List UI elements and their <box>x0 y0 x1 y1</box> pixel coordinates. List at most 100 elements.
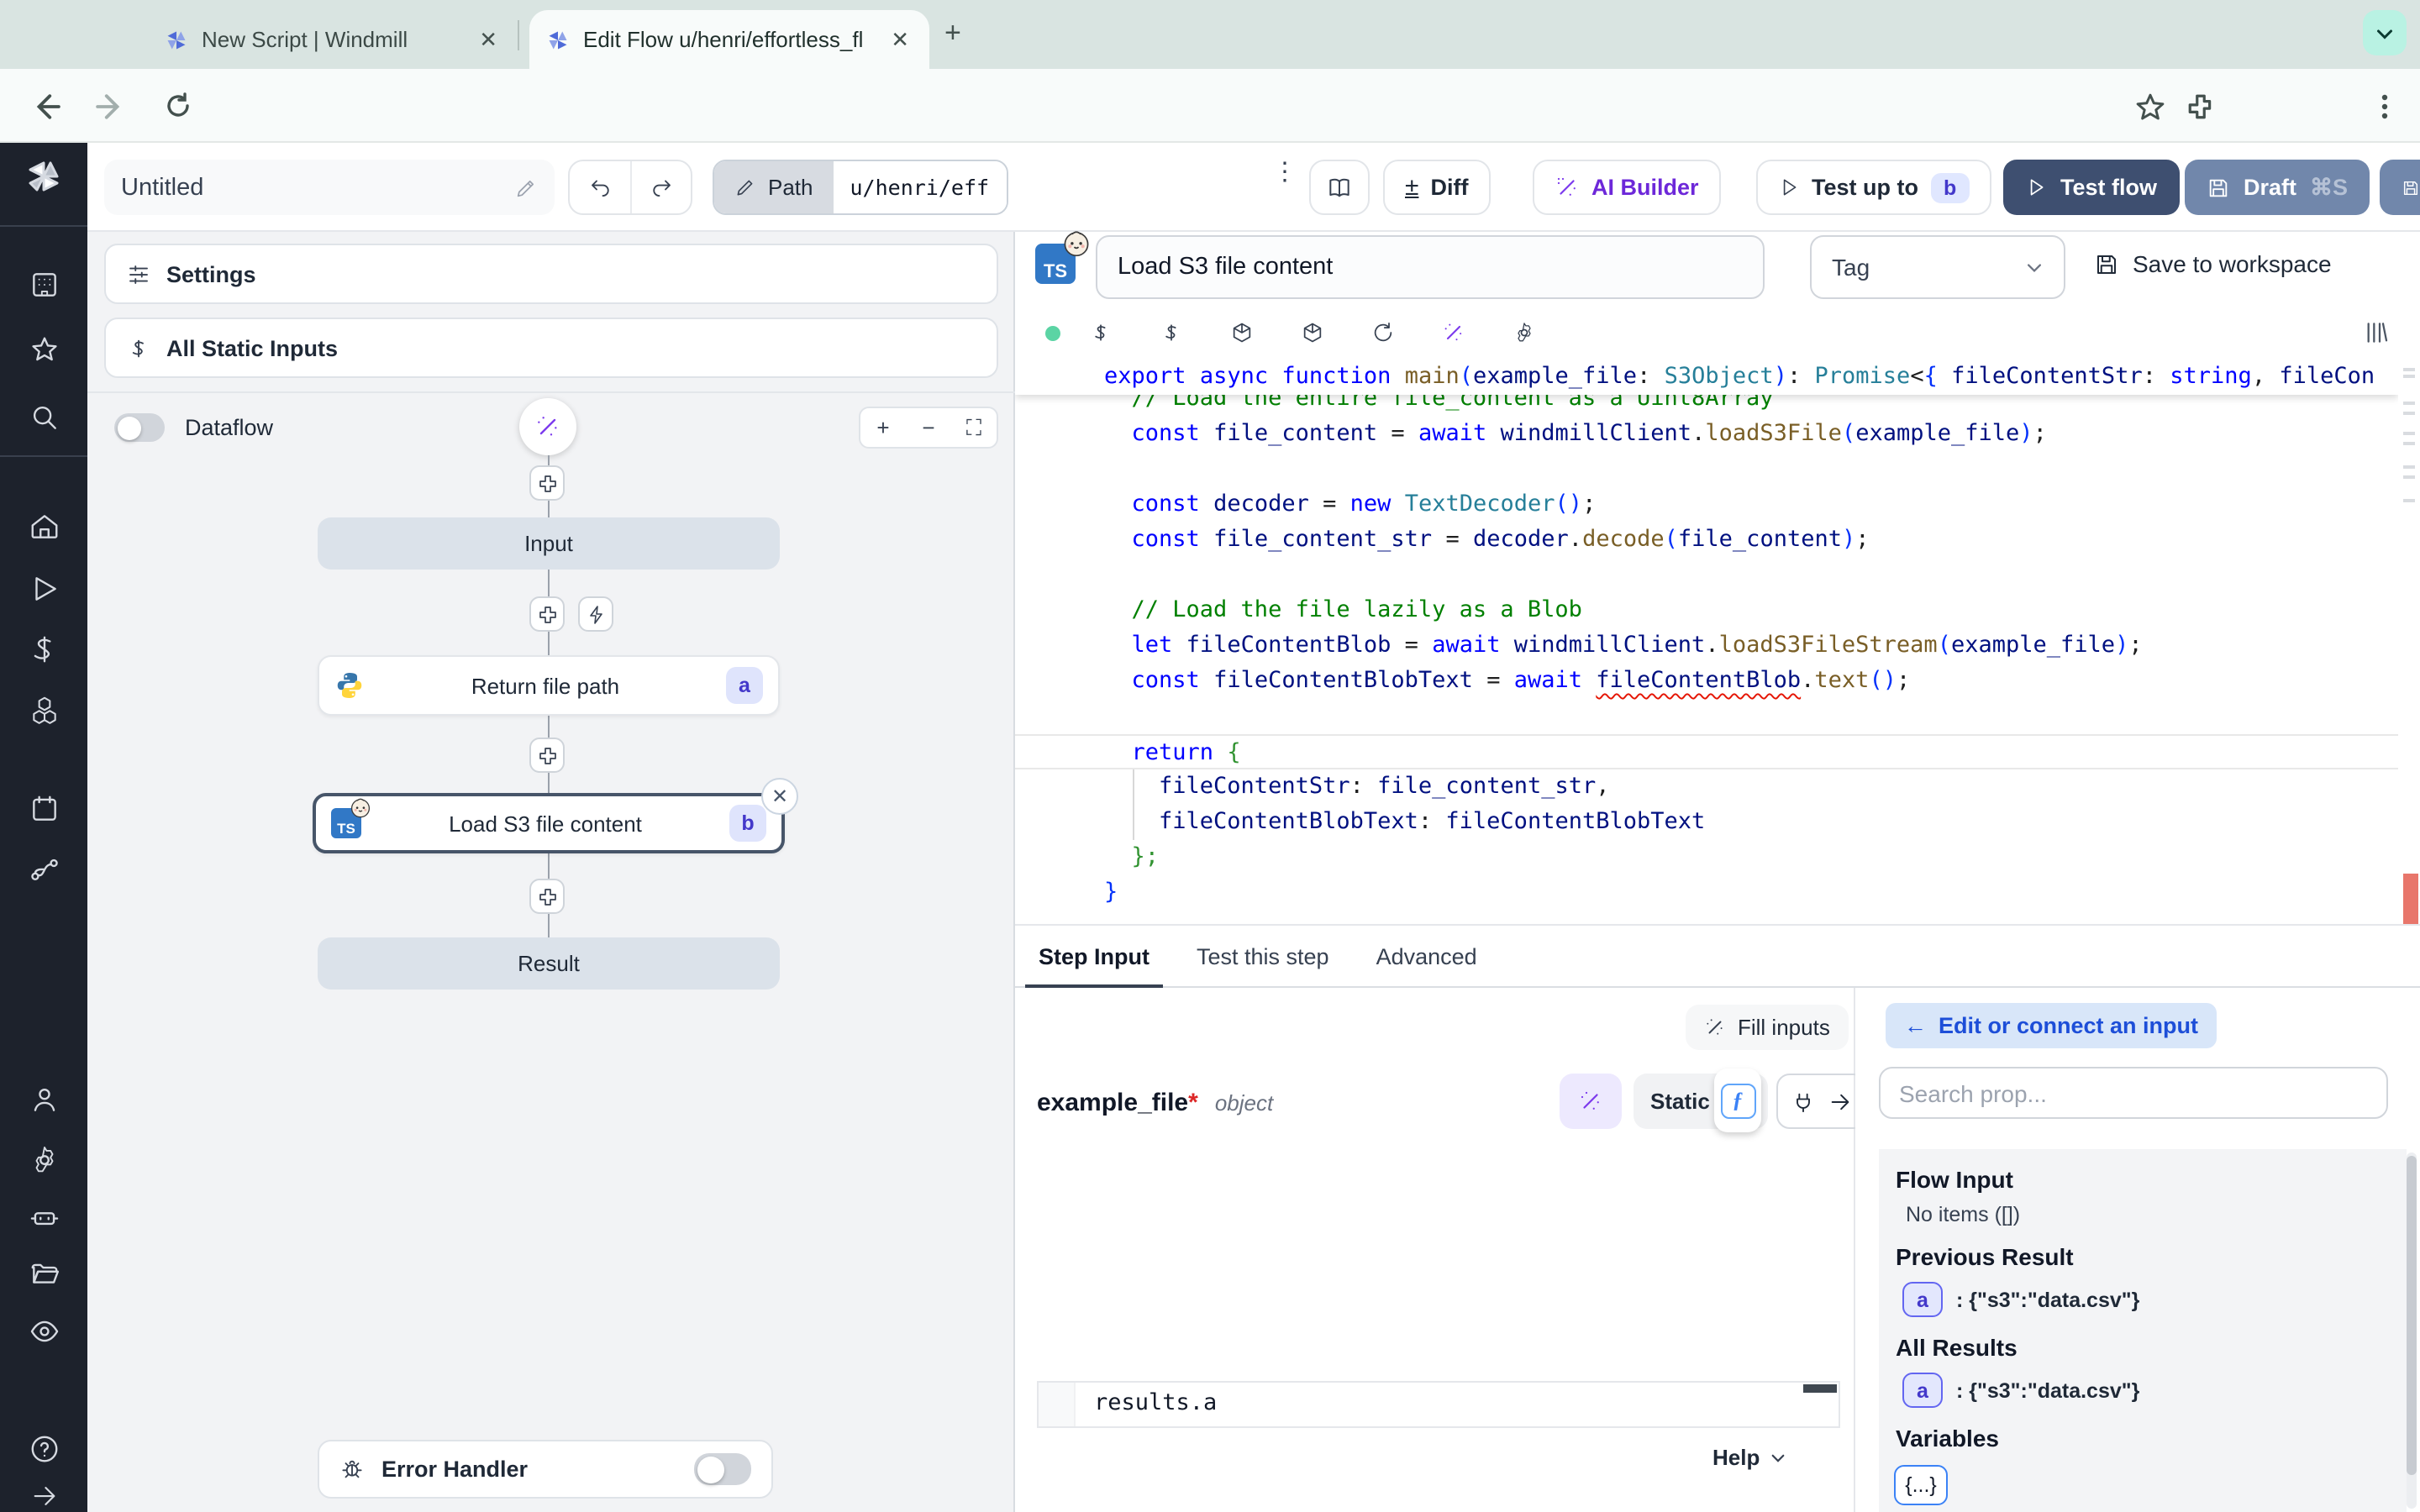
browser-tab-strip: New Script | Windmill ✕ Edit Flow u/henr… <box>0 0 2420 69</box>
bookmark-star-icon[interactable] <box>2131 87 2168 124</box>
flow-node-input[interactable]: Input <box>318 517 780 570</box>
redo-button[interactable] <box>630 161 691 213</box>
flow-settings-row[interactable]: Settings <box>104 244 998 304</box>
deploy-button[interactable]: Deploy <box>2380 160 2420 215</box>
add-step-button[interactable] <box>529 596 565 632</box>
browser-tab-new-script[interactable]: New Script | Windmill ✕ <box>148 10 518 69</box>
reset-refresh-icon[interactable] <box>1366 321 1400 344</box>
edit-or-connect-button[interactable]: ← Edit or connect an input <box>1886 1003 2217 1048</box>
path-button[interactable]: Path u/henri/eff <box>713 160 1007 215</box>
add-step-button[interactable] <box>529 879 565 914</box>
sidebar-item-workers[interactable] <box>0 1191 87 1242</box>
tab-test-this-step[interactable]: Test this step <box>1173 927 1353 987</box>
search-prop-input[interactable]: Search prop... <box>1879 1067 2388 1119</box>
result-badge-a[interactable]: a <box>1902 1373 1943 1408</box>
help-dropdown[interactable]: Help <box>1712 1445 1786 1470</box>
variables-dollar-icon[interactable] <box>1155 321 1188 344</box>
sidebar-item-variables[interactable] <box>0 623 87 674</box>
sidebar-item-user[interactable] <box>0 1074 87 1124</box>
path-value[interactable]: u/henri/eff <box>834 161 1007 213</box>
variables-badge[interactable]: {...} <box>1894 1465 1948 1505</box>
more-options-kebab-icon[interactable]: ⋮ <box>1272 166 1296 180</box>
step-badge: b <box>1930 172 1970 202</box>
sidebar-item-resources[interactable] <box>0 684 87 734</box>
sidebar-item-search[interactable] <box>0 391 87 442</box>
sidebar-item-workspace[interactable] <box>0 259 87 309</box>
add-step-button[interactable] <box>529 738 565 773</box>
static-inputs-dollar-icon[interactable] <box>1084 321 1118 344</box>
previous-result-row[interactable]: a : {"s3":"data.csv"} <box>1902 1282 2407 1317</box>
sidebar-item-schedules[interactable] <box>0 783 87 833</box>
add-trigger-bolt-button[interactable] <box>578 596 613 632</box>
sidebar-item-help[interactable] <box>0 1423 87 1473</box>
assets-library-icon[interactable] <box>2363 319 2390 354</box>
props-scrollbar[interactable] <box>2407 1152 2417 1509</box>
tab-step-input[interactable]: Step Input <box>1015 927 1173 987</box>
test-flow-button[interactable]: Test flow <box>2003 160 2179 215</box>
reload-icon[interactable] <box>160 87 197 124</box>
code-line: // Load the file lazily as a Blob <box>1015 593 2398 628</box>
error-handler-row[interactable]: Error Handler <box>318 1440 773 1499</box>
ai-fill-field-button[interactable] <box>1560 1074 1622 1129</box>
zoom-in-button[interactable]: + <box>860 415 906 440</box>
forward-icon[interactable] <box>91 87 128 124</box>
all-static-inputs-row[interactable]: All Static Inputs <box>104 318 998 378</box>
dataflow-toggle[interactable] <box>114 413 165 442</box>
tag-select[interactable]: Tag <box>1810 235 2065 299</box>
docs-book-button[interactable] <box>1309 160 1370 215</box>
tab-close-icon[interactable]: ✕ <box>887 26 913 53</box>
resource-box-icon[interactable] <box>1225 321 1259 344</box>
browser-menu-kebab-icon[interactable] <box>2366 87 2403 124</box>
sidebar-item-home[interactable] <box>0 501 87 551</box>
code-line <box>1015 452 2398 487</box>
undo-button[interactable] <box>570 161 630 213</box>
all-results-row[interactable]: a : {"s3":"data.csv"} <box>1902 1373 2407 1408</box>
error-handler-toggle[interactable] <box>694 1453 751 1485</box>
windmill-logo[interactable] <box>0 151 87 202</box>
draft-button[interactable]: Draft ⌘S <box>2185 160 2370 215</box>
tab-search-chevron-button[interactable] <box>2363 10 2407 55</box>
extensions-icon[interactable] <box>2181 87 2218 124</box>
javascript-expr-toggle[interactable]: ƒ <box>1714 1068 1761 1132</box>
sidebar-item-routes[interactable] <box>0 845 87 895</box>
tab-close-icon[interactable]: ✕ <box>476 26 501 53</box>
minimap[interactable] <box>2398 358 2420 926</box>
new-tab-button[interactable]: + <box>944 17 961 50</box>
tab-advanced[interactable]: Advanced <box>1353 927 1501 987</box>
test-up-to-button[interactable]: Test up to b <box>1756 160 1991 215</box>
fill-inputs-button[interactable]: Fill inputs <box>1686 1005 1849 1050</box>
ai-flow-wand-button[interactable] <box>519 398 576 455</box>
editor-settings-gear-icon[interactable] <box>1507 321 1541 344</box>
edit-pencil-icon[interactable] <box>514 176 538 199</box>
flow-node-b-selected[interactable]: TS Load S3 file content b ✕ <box>313 793 785 853</box>
back-icon[interactable] <box>27 87 64 124</box>
add-step-button[interactable] <box>529 465 565 501</box>
sidebar-item-audit-logs[interactable] <box>0 1305 87 1356</box>
step-name-input[interactable]: Load S3 file content <box>1096 235 1765 299</box>
diff-button[interactable]: ± Diff <box>1383 160 1490 215</box>
fullscreen-button[interactable]: ⛶ <box>951 414 997 441</box>
zoom-out-button[interactable]: − <box>906 415 951 440</box>
expression-scrollbar[interactable] <box>1803 1384 1837 1393</box>
sidebar-item-folders[interactable] <box>0 1248 87 1299</box>
save-to-workspace-button[interactable]: Save to workspace <box>2094 250 2332 277</box>
ai-builder-button[interactable]: AI Builder <box>1533 160 1721 215</box>
connect-input-group[interactable] <box>1776 1074 1867 1129</box>
sidebar-item-runs[interactable] <box>0 563 87 613</box>
flow-node-a[interactable]: Return file path a <box>318 655 780 716</box>
code-editor[interactable]: // Load the entire file_content as a Uin… <box>1015 358 2420 926</box>
code-line: const file_content_str = decoder.decode(… <box>1015 522 2398 558</box>
sidebar-collapse-arrow-icon[interactable] <box>0 1470 87 1512</box>
flow-node-result[interactable]: Result <box>318 937 780 990</box>
package-box-icon[interactable] <box>1296 321 1329 344</box>
expression-input[interactable]: results.a <box>1037 1381 1840 1428</box>
sidebar-item-settings[interactable] <box>0 1134 87 1184</box>
remove-step-close-icon[interactable]: ✕ <box>761 778 798 815</box>
ai-wand-icon[interactable] <box>1437 321 1470 344</box>
flow-title-box[interactable]: Untitled <box>104 160 555 215</box>
props-scroll-area[interactable]: Flow Input No items ([]) Previous Result… <box>1879 1149 2407 1512</box>
static-toggle-group[interactable]: Static ƒ <box>1634 1074 1768 1129</box>
result-badge-a[interactable]: a <box>1902 1282 1943 1317</box>
sidebar-item-favorites[interactable] <box>0 324 87 375</box>
browser-tab-edit-flow[interactable]: Edit Flow u/henri/effortless_fl ✕ <box>529 10 929 69</box>
